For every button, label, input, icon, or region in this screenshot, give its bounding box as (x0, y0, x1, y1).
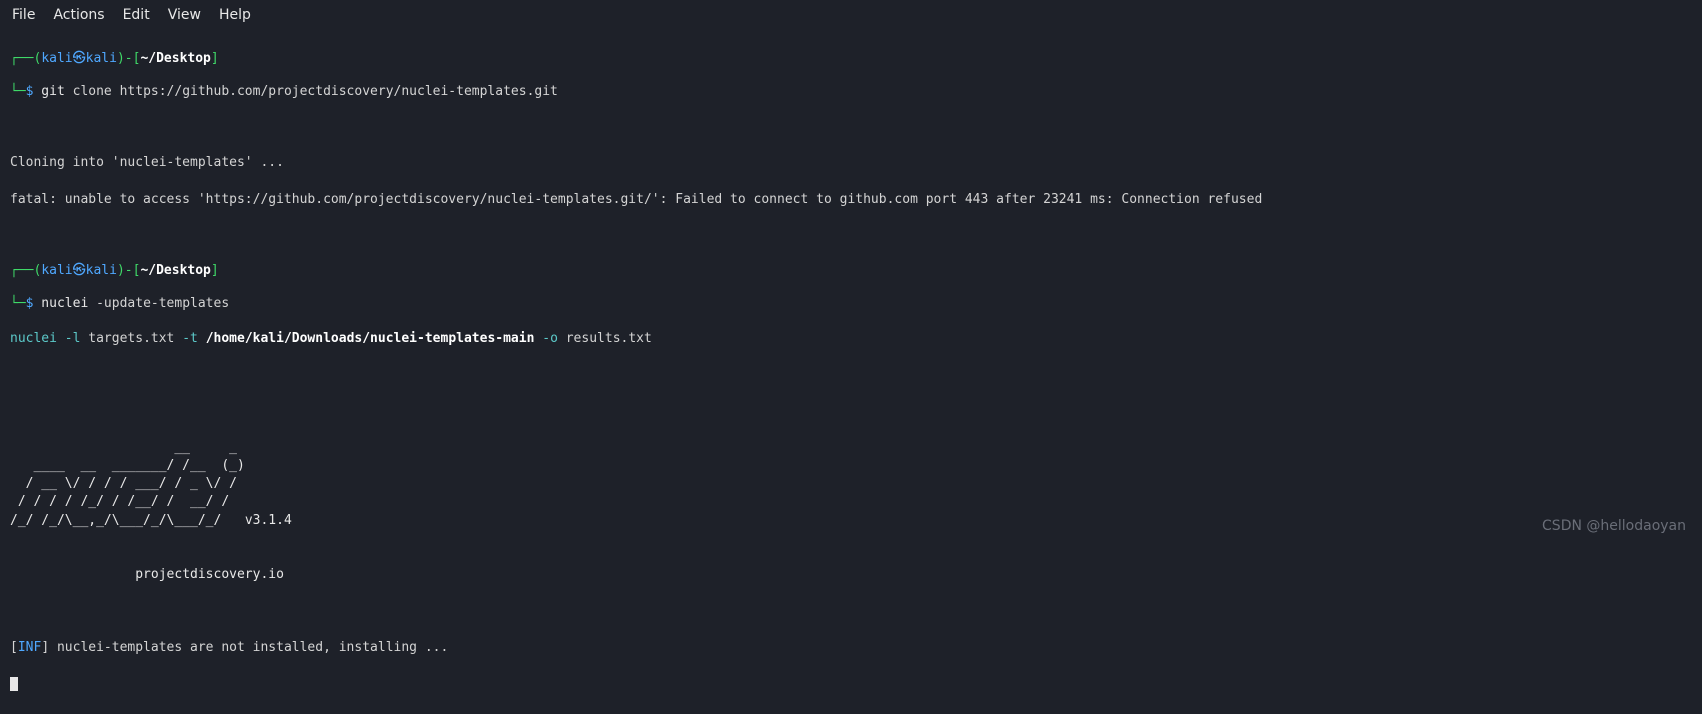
prompt-box-end: ] (211, 51, 219, 66)
prompt-1-bottom: └─$ git clone https://github.com/project… (10, 85, 1692, 100)
watermark: CSDN @hellodaoyan (1542, 517, 1686, 537)
prompt-user: kali (41, 263, 72, 278)
blank-line (10, 227, 1692, 245)
terminal-output[interactable]: ┌──(kali㉿kali)-[~/Desktop] └─$ git clone… (0, 32, 1702, 714)
blank-line (10, 530, 1692, 548)
info-msg: nuclei-templates are not installed, inst… (57, 640, 448, 655)
inf-tag: INF (18, 640, 41, 655)
prompt-box-bottom: └─ (10, 296, 26, 311)
blank-line (10, 603, 1692, 621)
blank-line (10, 403, 1692, 421)
menu-view[interactable]: View (168, 6, 201, 26)
cmd-templates-path: /home/kali/Downloads/nuclei-templates-ma… (206, 331, 535, 346)
projectdiscovery-label: projectdiscovery.io (10, 567, 284, 582)
cmd-nuclei: nuclei (33, 296, 88, 311)
bracket-close: ] (41, 640, 57, 655)
nuclei-version: v3.1.4 (245, 513, 292, 528)
skull-icon: ㉿ (73, 51, 86, 66)
cmd-git: git (33, 84, 64, 99)
cursor-line (10, 675, 1692, 693)
cmd-t-flag: -t (182, 331, 205, 346)
prompt-2-top: ┌──(kali㉿kali)-[~/Desktop] (10, 264, 1692, 279)
prompt-path: ~/Desktop (140, 263, 210, 278)
prompt-box-close: )-[ (117, 263, 140, 278)
output-cloning: Cloning into 'nuclei-templates' ... (10, 154, 1692, 172)
prompt-host: kali (86, 51, 117, 66)
cmd-o-flag: -o (534, 331, 557, 346)
bracket-open: [ (10, 640, 18, 655)
blank-line (10, 118, 1692, 136)
prompt-box-end: ] (211, 263, 219, 278)
output-fatal: fatal: unable to access 'https://github.… (10, 191, 1692, 209)
info-line: [INF] nuclei-templates are not installed… (10, 639, 1692, 657)
skull-icon: ㉿ (73, 263, 86, 278)
prompt-2-bottom: └─$ nuclei -update-templates (10, 297, 1692, 312)
nuclei-ascii-art: __ _ ____ __ _______/ /__ (_) / __ \/ / … (10, 439, 1692, 585)
prompt-host: kali (86, 263, 117, 278)
cmd-results: results.txt (558, 331, 652, 346)
prompt-box-top: ┌──( (10, 51, 41, 66)
prompt-1-top: ┌──(kali㉿kali)-[~/Desktop] (10, 52, 1692, 67)
prompt-user: kali (41, 51, 72, 66)
prompt-box-top: ┌──( (10, 263, 41, 278)
prompt-box-bottom: └─ (10, 84, 26, 99)
blank-line (10, 366, 1692, 384)
cmd-targets: targets.txt (80, 331, 182, 346)
cmd-nuclei-l: nuclei -l (10, 331, 80, 346)
menu-help[interactable]: Help (219, 6, 251, 26)
nuclei-full-cmd: nuclei -l targets.txt -t /home/kali/Down… (10, 330, 1692, 348)
menubar: File Actions Edit View Help (0, 0, 1702, 32)
menu-edit[interactable]: Edit (123, 6, 150, 26)
cmd-git-args: clone https://github.com/projectdiscover… (65, 84, 558, 99)
menu-file[interactable]: File (12, 6, 35, 26)
prompt-box-close: )-[ (117, 51, 140, 66)
menu-actions[interactable]: Actions (53, 6, 104, 26)
prompt-path: ~/Desktop (140, 51, 210, 66)
cmd-nuclei-args: -update-templates (88, 296, 229, 311)
cursor-icon (10, 677, 18, 691)
